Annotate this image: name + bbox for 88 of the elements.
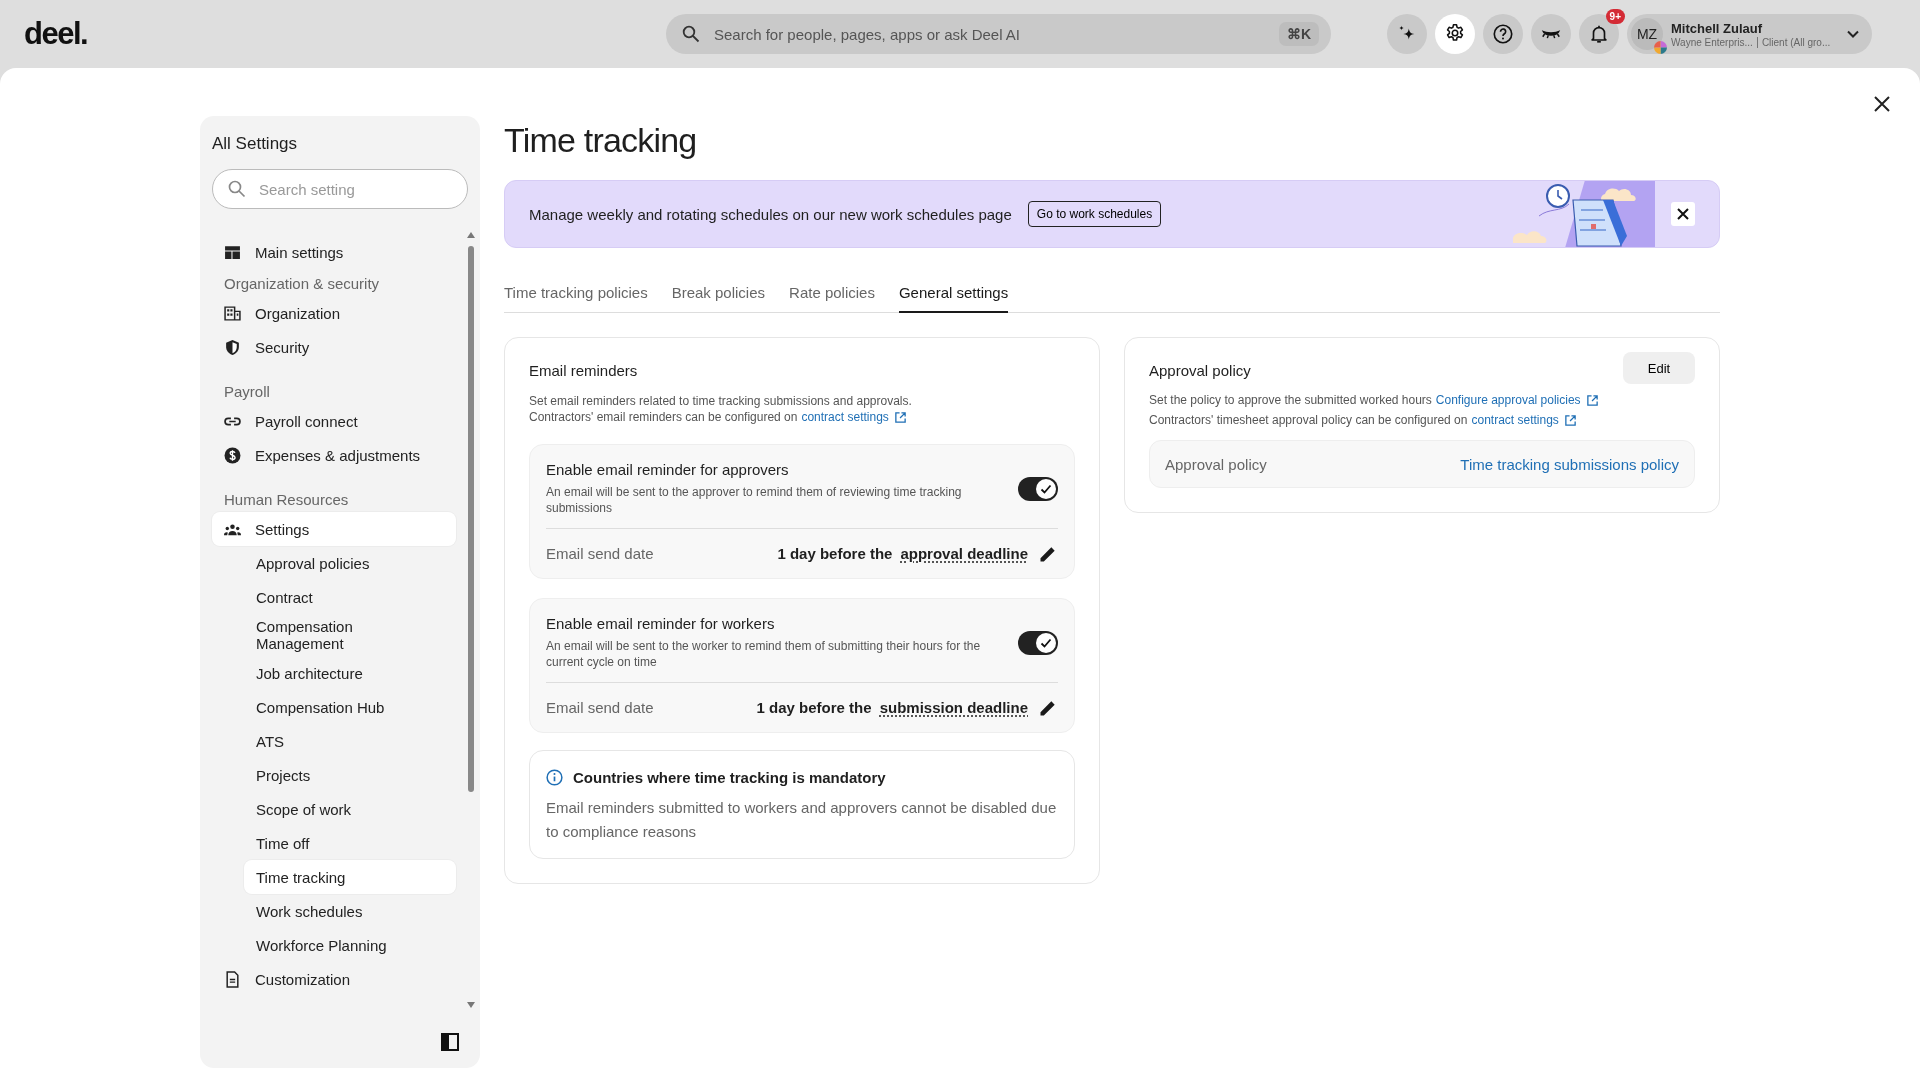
toolbar-button[interactable] [1531, 14, 1571, 54]
sidebar-item[interactable]: Time tracking [244, 860, 456, 894]
tab[interactable]: Time tracking policies [504, 278, 648, 313]
sidebar-item[interactable]: Compensation Management [212, 614, 456, 656]
card-title: Email reminders [529, 362, 639, 379]
scrollbar[interactable] [466, 232, 476, 1008]
toolbar-button[interactable] [1435, 14, 1475, 54]
bell-icon [1588, 23, 1610, 45]
card-description: Contractors' timesheet approval policy can be configured on [1149, 412, 1468, 429]
collapse-sidebar-button[interactable] [440, 1032, 460, 1052]
tab[interactable]: Break policies [671, 278, 766, 313]
sidebar-item[interactable]: Payroll connect [212, 404, 456, 438]
tab[interactable]: Rate policies [789, 278, 875, 313]
sidebar-item[interactable]: Settings [212, 512, 456, 546]
reminder-description: An email will be sent to the worker to remind them of submitting their hours for the current cycle on time [546, 638, 982, 670]
logo[interactable]: deel. [24, 16, 666, 52]
notice-text: Email reminders submitted to workers and approvers cannot be disabled due to compliance reasons [546, 798, 1058, 842]
external-link-icon [1563, 413, 1577, 427]
sidebar-item[interactable]: Job architecture [212, 656, 456, 690]
external-link-icon [893, 410, 907, 424]
sidebar-item[interactable]: Scope of work [212, 792, 456, 826]
section-heading: Payroll [223, 382, 271, 402]
reminder-description: An email will be sent to the approver to remind them of reviewing time tracking submissions [546, 484, 963, 516]
sidebar-item[interactable]: Security [212, 330, 456, 364]
field-label: Email send date [546, 545, 655, 562]
search-field[interactable]: Search setting [212, 169, 468, 209]
sidebar-item[interactable]: Contract [212, 580, 456, 614]
sidebar-item[interactable]: ATS [212, 724, 456, 758]
company-name: Wayne Enterpris... [1671, 36, 1753, 48]
toolbar-button[interactable] [1579, 14, 1619, 54]
sidebar-item[interactable]: Main settings [212, 235, 456, 269]
sidebar-item[interactable]: Customization [212, 962, 456, 996]
sidebar-item[interactable]: Compensation Hub [212, 690, 456, 724]
search-icon [682, 25, 700, 43]
field-value: 1 day before the [777, 545, 893, 562]
policy-link[interactable]: Configure approval policies [1435, 390, 1599, 410]
scroll-up-arrow-icon[interactable] [467, 232, 475, 238]
banner-text: Manage weekly and rotating schedules on our new work schedules page [529, 205, 1012, 223]
edit-button[interactable]: Edit [1623, 352, 1695, 384]
sidebar-item[interactable]: Projects [212, 758, 456, 792]
field-label: Email send date [546, 699, 655, 716]
sidebar-title: All Settings [212, 134, 299, 154]
work-schedules-button[interactable]: Go to work schedules [1027, 201, 1162, 227]
policy-link[interactable]: contract settings [1471, 410, 1577, 430]
shortcut-hint: ⌘K [1278, 22, 1319, 46]
toolbar-button[interactable] [1483, 14, 1523, 54]
card-description: Set email reminders related to time tracking submissions and approvals. [529, 393, 913, 409]
contract-settings-link[interactable]: contract settings [801, 409, 907, 425]
card-description: Contractors' email reminders can be configured on [529, 409, 798, 425]
dollar-icon [224, 446, 241, 464]
building-icon [224, 304, 241, 322]
field-label: Approval policy [1165, 455, 1267, 473]
notice-title: Countries where time tracking is mandatory [573, 769, 886, 786]
card-title: Approval policy [1149, 362, 1251, 379]
toggle-switch[interactable] [1018, 630, 1058, 655]
close-icon [1676, 207, 1690, 221]
layout-icon [224, 243, 241, 261]
user-menu[interactable]: MZ Mitchell Zulauf Wayne Enterpris... Client (All gro... [1627, 14, 1872, 54]
page-title: Time tracking [504, 120, 698, 161]
close-button[interactable] [1671, 202, 1695, 226]
help-icon [1492, 23, 1514, 45]
sidebar-item[interactable]: Approval policies [212, 546, 456, 580]
sidebar-item[interactable]: Expenses & adjustments [212, 438, 456, 472]
field-value: Time tracking submissions policy [1460, 455, 1679, 473]
user-name: Mitchell Zulauf [1671, 20, 1763, 36]
external-link-icon [1585, 393, 1599, 407]
deadline-link[interactable]: approval deadline [900, 545, 1028, 562]
field-value: 1 day before the [756, 699, 872, 716]
notification-badge: 9+ [1605, 9, 1625, 24]
sidebar-item[interactable]: Time off [212, 826, 456, 860]
section-heading: Organization & security [223, 274, 381, 294]
search-icon [228, 180, 246, 198]
toggle-switch[interactable] [1018, 476, 1058, 501]
card-description: Set the policy to approve the submitted worked hours [1149, 392, 1432, 409]
scroll-down-arrow-icon[interactable] [467, 1002, 475, 1008]
company-logo-icon [1654, 41, 1667, 54]
sidebar-item[interactable]: Workforce Planning [212, 928, 456, 962]
user-role: Client (All gro... [1761, 36, 1831, 48]
section-heading: Human Resources [223, 490, 350, 510]
deadline-link[interactable]: submission deadline [879, 699, 1028, 716]
shield-icon [224, 338, 241, 356]
reminder-title: Enable email reminder for workers [546, 615, 776, 632]
reminder-title: Enable email reminder for approvers [546, 461, 790, 478]
info-icon [546, 769, 563, 786]
tab[interactable]: General settings [898, 278, 1009, 313]
document-icon [224, 970, 241, 988]
sidebar-item[interactable]: Organization [212, 296, 456, 330]
sidebar-item[interactable]: Work schedules [212, 894, 456, 928]
